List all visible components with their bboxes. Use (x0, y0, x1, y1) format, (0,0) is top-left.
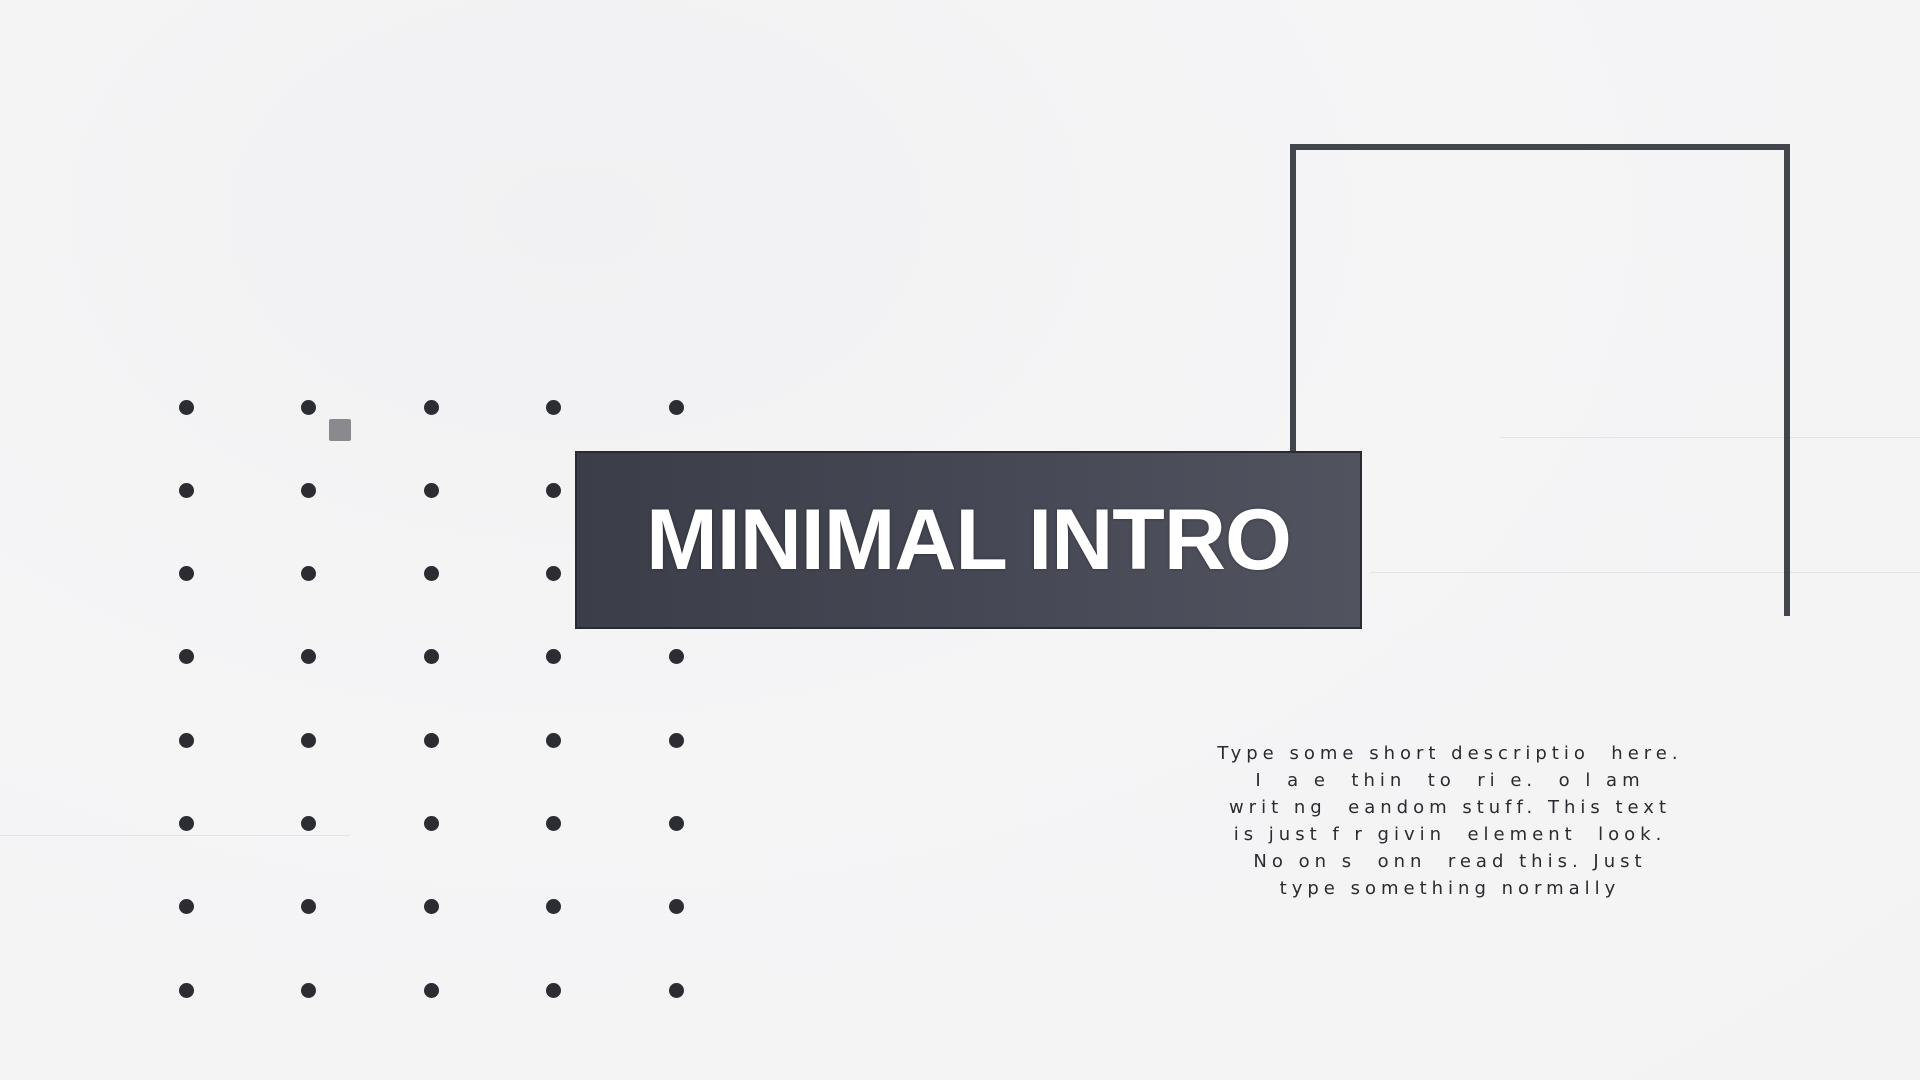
grid-dot (546, 482, 561, 498)
description-line: writ ng eandom stuff. This text (1228, 797, 1672, 818)
grid-dot (423, 649, 439, 665)
grid-dot (668, 732, 684, 748)
grid-dot (423, 399, 439, 415)
grid-dot (178, 899, 194, 915)
description-line: No on s onn read this. Just (1253, 851, 1647, 872)
grid-dot (178, 482, 194, 498)
grid-dot (301, 899, 316, 915)
description-line: I a e thin to ri e. o l am (1255, 770, 1645, 791)
intro-slide: MINIMAL INTRO Type some short descriptio… (0, 0, 1920, 1080)
grid-dot (301, 982, 316, 998)
accent-square (329, 419, 351, 441)
grid-dot (546, 566, 561, 582)
description-line: is just f r givin element look. (1233, 824, 1667, 845)
description-line: type something normally (1279, 878, 1621, 899)
grid-dot (546, 732, 561, 748)
grid-dot (178, 732, 194, 748)
grid-dot (423, 816, 439, 831)
grid-dot (301, 732, 316, 748)
grid-dot (178, 816, 194, 831)
grid-dot (546, 982, 561, 998)
grid-dot (423, 982, 439, 998)
grid-dot (546, 649, 561, 665)
grid-dot (668, 899, 684, 915)
grid-dot (178, 982, 194, 998)
grid-dot (178, 649, 194, 665)
grid-dot (301, 399, 316, 415)
grid-dot (668, 982, 684, 998)
grid-dot (668, 816, 684, 831)
grid-dot (178, 566, 194, 582)
frame-outline (1290, 144, 1790, 616)
grid-dot (668, 649, 684, 665)
grid-dot (423, 482, 439, 498)
title-text: MINIMAL INTRO (646, 491, 1292, 588)
grid-dot (423, 732, 439, 748)
description-line: Type some short descriptio here. (1217, 743, 1683, 764)
grid-dot (668, 399, 684, 415)
grid-dot (301, 816, 316, 831)
grid-dot (423, 899, 439, 915)
grid-dot (301, 566, 316, 582)
grid-dot (301, 649, 316, 665)
grid-dot (301, 482, 316, 498)
grid-dot (546, 899, 561, 915)
grid-dot (546, 816, 561, 831)
grid-dot (546, 399, 561, 415)
grid-dot (178, 399, 194, 415)
grid-dot (423, 566, 439, 582)
description-text: Type some short descriptio here. I a e t… (1120, 740, 1780, 902)
title-box: MINIMAL INTRO (575, 451, 1362, 629)
